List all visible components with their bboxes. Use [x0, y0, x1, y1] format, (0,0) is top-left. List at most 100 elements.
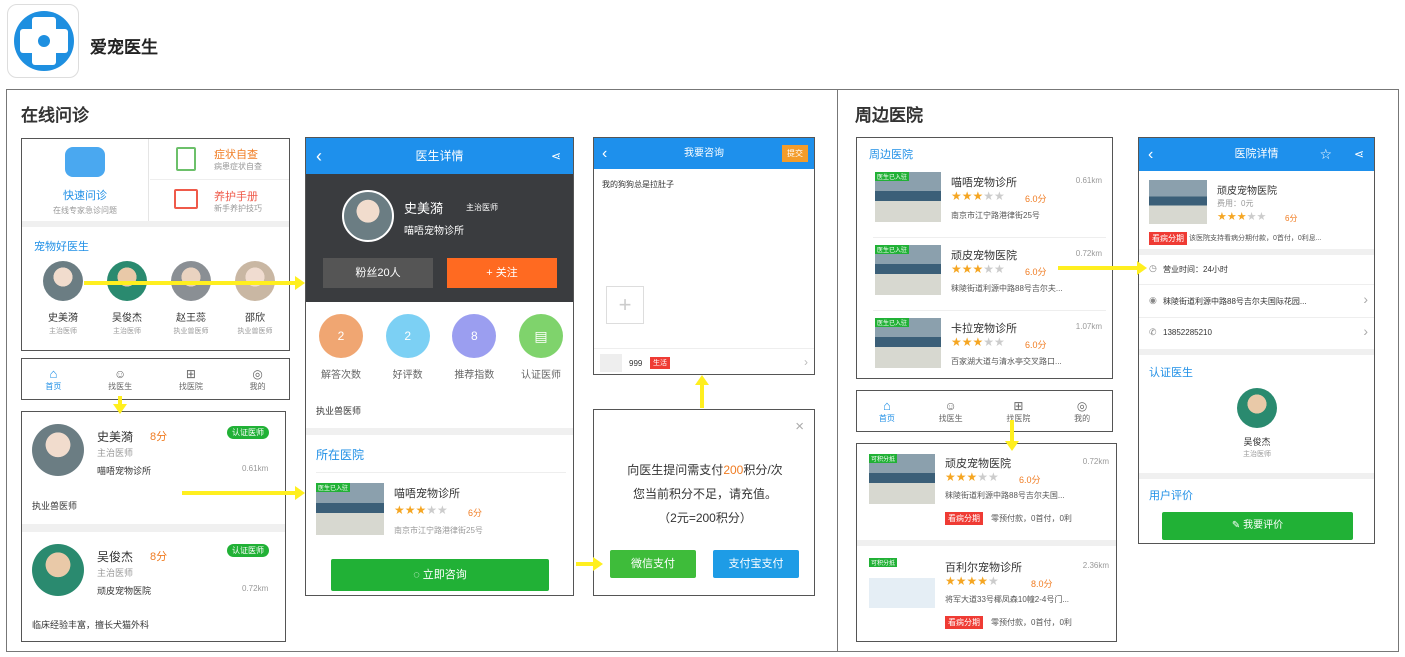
- tab-mine[interactable]: ◎ 我的: [1074, 399, 1090, 424]
- back-icon[interactable]: ‹: [316, 138, 322, 174]
- tab-mine[interactable]: ◎ 我的: [250, 367, 266, 392]
- tab-home[interactable]: ⌂ 首页: [45, 366, 61, 392]
- home-icon: ⌂: [49, 366, 58, 381]
- hospital-card[interactable]: 医生已入驻 喵唔宠物诊所 ★★★★★ 6分 南京市江宁路港律街25号: [316, 472, 566, 542]
- care-manual-entry[interactable]: 养护手册 新手养护技巧: [150, 180, 289, 221]
- care-manual-label: 养护手册: [214, 191, 258, 203]
- tab-bar: ⌂ 首页 ☺ 找医生 ⊞ 找医院 ◎ 我的: [21, 358, 290, 400]
- quick-consult-label: 快速问诊: [63, 190, 107, 202]
- share-icon[interactable]: ⋖: [1354, 138, 1364, 171]
- alipay-button[interactable]: 支付宝支付: [713, 550, 799, 578]
- distance: 1.07km: [1075, 322, 1102, 331]
- doctor-name: 史美漪: [48, 313, 78, 324]
- symptom-check-entry[interactable]: 症状自查 病患症状自查: [150, 139, 289, 180]
- stats-row: 2 解答次数 2 好评数 8 推荐指数 ▤ 认证医师: [312, 314, 570, 384]
- header-title: 我要咨询: [684, 148, 724, 159]
- hospital-address: 百家湖大道与清水亭交叉路口...: [951, 357, 1062, 366]
- doctor-card[interactable]: 吴俊杰 主治医师: [1227, 388, 1287, 459]
- consult-now-button[interactable]: ◌ 立即咨询: [331, 559, 549, 591]
- question-input[interactable]: 我的狗狗总是拉肚子: [602, 179, 674, 190]
- doctor-detail-screen: ‹ 医生详情 ⋖ 史美漪 主治医师 喵唔宠物诊所 粉丝20人 + 关注 2 解答…: [305, 137, 574, 596]
- installment-tag: 看病分期: [945, 512, 983, 525]
- tab-find-doctor[interactable]: ☺ 找医生: [108, 367, 132, 392]
- entered-tag: 医生已入驻: [875, 245, 910, 254]
- hospital-name: 百利尔宠物诊所: [945, 562, 1022, 574]
- tab-bar: ⌂ 首页 ☺ 找医生 ⊞ 找医院 ◎ 我的: [856, 390, 1113, 432]
- doctor-name: 吴俊杰: [112, 313, 142, 324]
- doctor-desc: 执业兽医师: [32, 501, 78, 511]
- address-row[interactable]: ◉ 秣陵街道利源中路88号吉尔夫国际花园... ›: [1139, 286, 1374, 318]
- share-icon[interactable]: ⋖: [551, 138, 561, 174]
- doctor-title: 主治医师: [1243, 451, 1271, 458]
- add-image-button[interactable]: +: [606, 286, 644, 324]
- footer-text: 999: [629, 359, 643, 368]
- list-item[interactable]: 医生已入驻 喵唔宠物诊所 0.61km ★★★★★ 6.0分 南京市江宁路港律街…: [873, 168, 1106, 238]
- list-item[interactable]: 医生已入驻 顽皮宠物医院 0.72km ★★★★★ 6.0分 秣陵街道利源中路8…: [873, 241, 1106, 311]
- doctor-carousel: 史美漪 主治医师 吴俊杰 主治医师 赵王蕊 执业兽医师 邵欣 执业兽医师: [34, 261, 284, 341]
- list-item[interactable]: 医生已入驻 卡拉宠物诊所 1.07km ★★★★★ 6.0分 百家湖大道与清水亭…: [873, 314, 1106, 376]
- hospital-address: 南京市江宁路港律街25号: [951, 211, 1040, 220]
- thumbnail-icon: [600, 354, 622, 372]
- quick-consult-entry[interactable]: 快速问诊 在线专家急诊问题: [22, 139, 149, 221]
- home-icon: ⌂: [882, 398, 891, 413]
- flow-arrow: [695, 375, 709, 408]
- symptom-check-label: 症状自查: [214, 149, 258, 161]
- follow-button[interactable]: + 关注: [447, 258, 557, 288]
- star-icon[interactable]: ☆: [1319, 138, 1332, 171]
- doctor-name: 赵王蕊: [176, 313, 206, 324]
- doctor-list-screen: 史美漪 8分 认证医师 主治医师 喵唔宠物诊所 0.61km 执业兽医师 吴俊杰…: [21, 411, 286, 642]
- hospital-name: 顽皮宠物医院: [951, 250, 1017, 262]
- write-review-button[interactable]: ✎ 我要评价: [1162, 512, 1353, 540]
- hospital-icon: ⊞: [185, 366, 196, 381]
- entered-tag: 医生已入驻: [316, 483, 351, 492]
- list-item[interactable]: 可积分抵 百利尔宠物诊所 2.36km ★★★★★ 8.0分 将军大道33号椰凤…: [867, 556, 1113, 641]
- header-bar: ‹ 医生详情 ⋖: [306, 138, 573, 174]
- doctor-desc: 临床经验丰富，擅长犬猫外科: [32, 620, 150, 630]
- app-logo: [7, 4, 79, 78]
- hospital-name: 卡拉宠物诊所: [951, 323, 1017, 335]
- certified-badge: 认证医师: [227, 426, 269, 439]
- hospital-score: 6分: [1285, 214, 1298, 223]
- fans-count: 粉丝20人: [323, 258, 433, 288]
- doctor-title: 主治医师: [49, 328, 77, 335]
- list-item[interactable]: 吴俊杰 8分 认证医师 主治医师 顽皮宠物医院 0.72km 临床经验丰富，擅长…: [22, 532, 285, 641]
- back-icon[interactable]: ‹: [1148, 138, 1153, 171]
- chevron-right-icon[interactable]: ›: [804, 355, 808, 369]
- doctor-card[interactable]: 史美漪 主治医师: [34, 261, 92, 341]
- tab-find-hospital[interactable]: ⊞ 找医院: [179, 367, 203, 392]
- clinic-name: 喵唔宠物诊所: [97, 466, 152, 476]
- tab-home[interactable]: ⌂ 首页: [879, 398, 895, 424]
- nearby-title: 周边医院: [869, 149, 913, 161]
- rating-stars: ★★★★★: [1217, 211, 1267, 223]
- certified-doctors-title: 认证医生: [1149, 367, 1193, 379]
- avatar: [32, 544, 84, 596]
- hospital-address: 秣陵街道利源中路88号吉尔夫国...: [945, 491, 1065, 500]
- hospital-name: 顽皮宠物医院: [1217, 186, 1277, 197]
- phone-row[interactable]: ✆ 13852285210 ›: [1139, 319, 1374, 349]
- stat-answers: 2 解答次数: [312, 314, 370, 384]
- list-item[interactable]: 可积分抵 顽皮宠物医院 0.72km ★★★★★ 6.0分 秣陵街道利源中路88…: [867, 452, 1113, 538]
- hospital-section-title: 所在医院: [316, 448, 365, 462]
- submit-button[interactable]: 提交: [782, 145, 808, 162]
- rating-stars: ★★★★★: [945, 574, 999, 588]
- user-icon: ◎: [252, 366, 263, 381]
- doctor-card[interactable]: 赵王蕊 执业兽医师: [162, 261, 220, 341]
- stat-good-reviews: 2 好评数: [379, 314, 437, 384]
- ask-footer: 999 生活 ›: [594, 348, 814, 374]
- hospital-detail-screen: ‹ 医院详情 ☆ ⋖ 顽皮宠物医院 费用：0元 ★★★★★ 6分 看病分期 该医…: [1138, 137, 1375, 544]
- rating-stars: ★★★★★: [951, 335, 1005, 349]
- doctor-icon: ☺: [944, 398, 957, 413]
- hospital-score: 6分: [468, 508, 483, 518]
- tab-find-doctor[interactable]: ☺ 找医生: [939, 399, 963, 424]
- list-item[interactable]: 史美漪 8分 认证医师 主治医师 喵唔宠物诊所 0.61km 执业兽医师: [22, 412, 285, 524]
- distance: 0.61km: [242, 464, 269, 473]
- doctor-card[interactable]: 吴俊杰 主治医师: [98, 261, 156, 341]
- close-icon[interactable]: ×: [795, 418, 804, 435]
- hospital-address: 将军大道33号椰凤森10幢2-4号门...: [945, 595, 1070, 604]
- hospital-score: 6.0分: [1025, 194, 1047, 204]
- installment-tag: 看病分期: [1149, 232, 1187, 245]
- wechat-pay-button[interactable]: 微信支付: [610, 550, 696, 578]
- back-icon[interactable]: ‹: [602, 138, 607, 169]
- hospital-score: 8.0分: [1031, 579, 1053, 589]
- doctor-card[interactable]: 邵欣 执业兽医师: [226, 261, 284, 341]
